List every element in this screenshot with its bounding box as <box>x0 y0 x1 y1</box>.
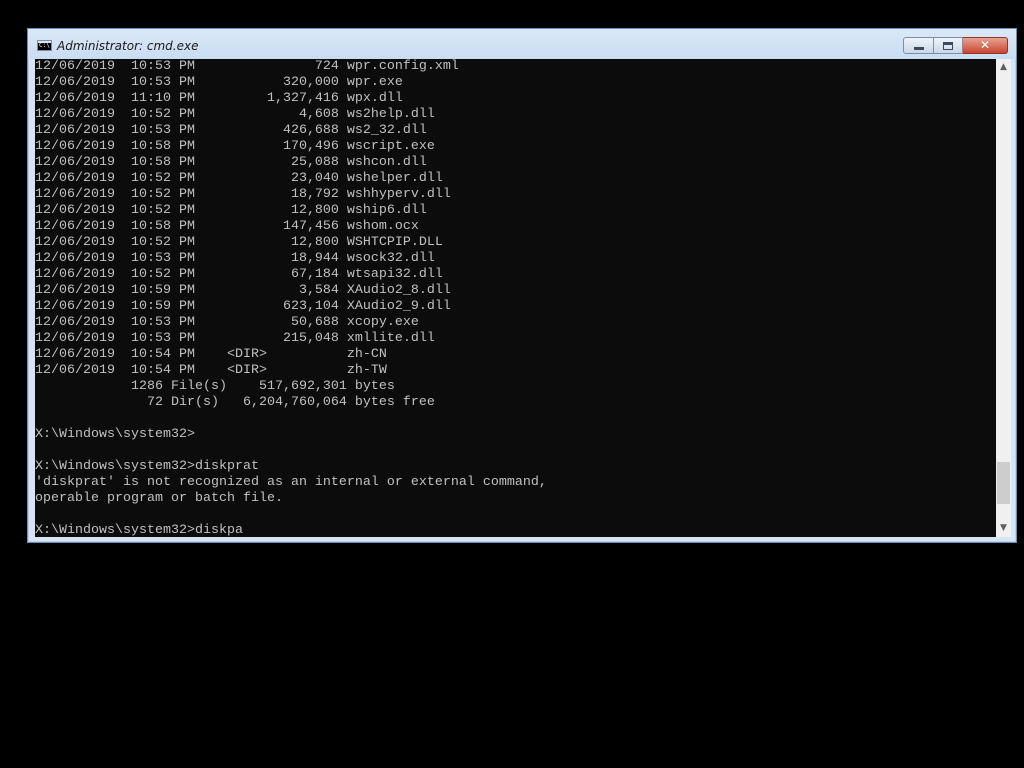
close-button[interactable]: ✕ <box>963 37 1008 54</box>
console-line: 72 Dir(s) 6,204,760,064 bytes free <box>35 395 435 410</box>
console-line: 'diskprat' is not recognized as an inter… <box>35 475 547 490</box>
console-line: 12/06/2019 10:52 PM 23,040 wshelper.dll <box>35 171 443 186</box>
close-icon: ✕ <box>979 38 991 52</box>
console-line: 12/06/2019 11:10 PM 1,327,416 wpx.dll <box>35 91 403 106</box>
console-line: 12/06/2019 10:52 PM 4,608 ws2help.dll <box>35 107 435 122</box>
console-line: 12/06/2019 10:53 PM 426,688 ws2_32.dll <box>35 123 427 138</box>
console-line: 12/06/2019 10:52 PM 12,800 wship6.dll <box>35 203 427 218</box>
console-line: 12/06/2019 10:58 PM 147,456 wshom.ocx <box>35 219 419 234</box>
console-line: 12/06/2019 10:52 PM 12,800 WSHTCPIP.DLL <box>35 235 443 250</box>
minimize-icon <box>914 47 924 50</box>
cmd-icon[interactable] <box>37 40 52 51</box>
console-line: 12/06/2019 10:54 PM <DIR> zh-CN <box>35 347 387 362</box>
maximize-button[interactable] <box>934 37 963 54</box>
console-line: 12/06/2019 10:53 PM 320,000 wpr.exe <box>35 75 403 90</box>
restore-icon <box>943 42 953 50</box>
console-line: X:\Windows\system32> <box>35 427 195 442</box>
window-title: Administrator: cmd.exe <box>57 39 199 53</box>
cmd-window[interactable]: Administrator: cmd.exe ✕ 12/06/2019 10:5… <box>27 28 1017 543</box>
console-line: 12/06/2019 10:52 PM 18,792 wshhyperv.dll <box>35 187 451 202</box>
scroll-down-icon[interactable]: ▼ <box>996 520 1011 537</box>
console-output[interactable]: 12/06/2019 10:53 PM 724 wpr.config.xml 12… <box>35 59 996 537</box>
console-line: 12/06/2019 10:58 PM 170,496 wscript.exe <box>35 139 435 154</box>
minimize-button[interactable] <box>903 37 934 54</box>
console-line: 12/06/2019 10:53 PM 50,688 xcopy.exe <box>35 315 419 330</box>
console-line: 12/06/2019 10:52 PM 67,184 wtsapi32.dll <box>35 267 443 282</box>
console-line: 12/06/2019 10:53 PM 724 wpr.config.xml <box>35 59 459 74</box>
console-line: 12/06/2019 10:59 PM 623,104 XAudio2_9.dl… <box>35 299 451 314</box>
console-lines: 12/06/2019 10:53 PM 724 wpr.config.xml 12… <box>35 59 547 537</box>
console-line: X:\Windows\system32>diskprat <box>35 459 259 474</box>
vertical-scrollbar[interactable]: ▲ ▼ <box>996 59 1011 537</box>
console-line: 12/06/2019 10:58 PM 25,088 wshcon.dll <box>35 155 427 170</box>
console-line: operable program or batch file. <box>35 491 283 506</box>
scrollbar-thumb[interactable] <box>997 462 1010 504</box>
title-bar[interactable]: Administrator: cmd.exe ✕ <box>28 29 1016 59</box>
window-controls: ✕ <box>903 37 1008 55</box>
console-line: 12/06/2019 10:54 PM <DIR> zh-TW <box>35 363 387 378</box>
console-line: 12/06/2019 10:53 PM 18,944 wsock32.dll <box>35 251 435 266</box>
console-line: 12/06/2019 10:59 PM 3,584 XAudio2_8.dll <box>35 283 451 298</box>
console-line: 12/06/2019 10:53 PM 215,048 xmllite.dll <box>35 331 435 346</box>
console-line: X:\Windows\system32>diskpa <box>35 523 243 537</box>
console-line: 1286 File(s) 517,692,301 bytes <box>35 379 395 394</box>
scroll-up-icon[interactable]: ▲ <box>996 59 1011 76</box>
